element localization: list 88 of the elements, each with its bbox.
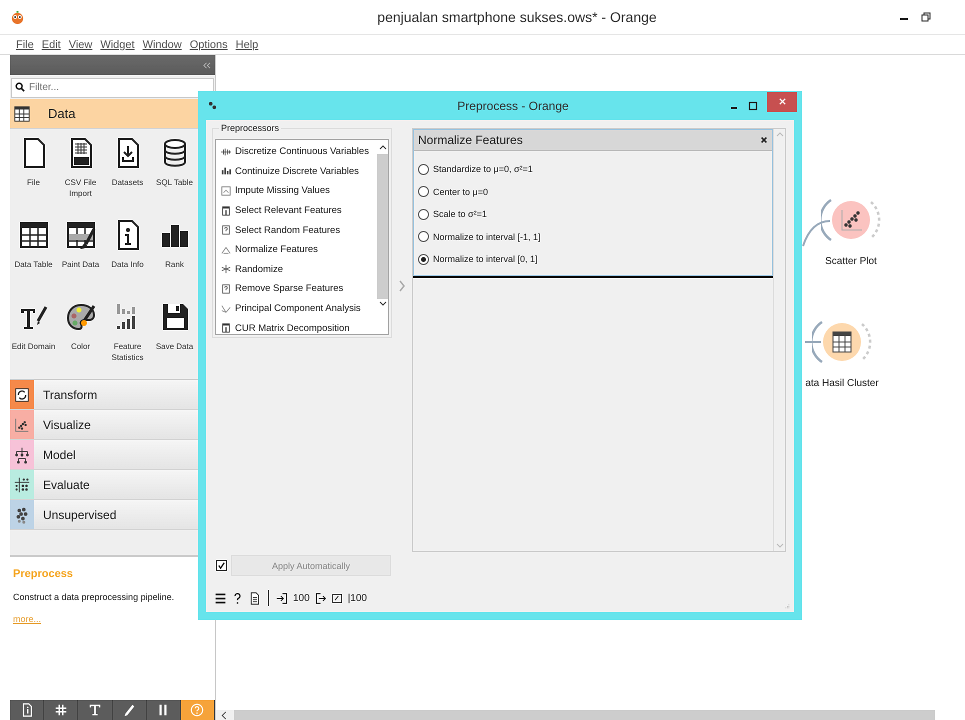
close-icon	[778, 97, 786, 106]
widget-button[interactable]: Color	[57, 297, 104, 379]
close-button[interactable]	[767, 92, 797, 112]
close-icon[interactable]	[760, 136, 768, 144]
grid-square-icon	[221, 186, 231, 196]
preprocessor-item[interactable]: Randomize	[216, 260, 377, 280]
search-icon	[15, 82, 25, 92]
link-line	[805, 341, 821, 343]
widget-button[interactable]: Edit Domain	[10, 297, 57, 379]
diverging-lines-icon	[221, 304, 231, 314]
menu-item[interactable]: View	[68, 38, 92, 50]
toolbar-button[interactable]	[146, 700, 181, 720]
preprocessor-item[interactable]: Discretize Continuous Variables	[216, 142, 377, 162]
collapse-icon[interactable]	[202, 62, 211, 68]
editor-title: Normalize Features	[418, 133, 524, 147]
widget-button[interactable]: Data Info	[104, 215, 151, 297]
preprocessor-item[interactable]: Remove Sparse Features	[216, 279, 377, 299]
toolbar-button[interactable]	[44, 700, 78, 720]
input-icon	[276, 592, 289, 604]
help-icon	[190, 703, 204, 717]
report-icon	[330, 592, 344, 604]
mascot-icon	[10, 10, 25, 24]
preprocessor-item[interactable]: Select Relevant Features	[216, 200, 377, 220]
document-icon[interactable]	[248, 592, 261, 604]
widget-button[interactable]: File	[10, 133, 57, 215]
radio-option[interactable]: Normalize to interval [0, 1]	[418, 248, 772, 270]
asterisk-icon	[221, 264, 231, 274]
widget-button[interactable]: Save Data	[151, 297, 198, 379]
preprocessor-item[interactable]: Continuize Discrete Variables	[216, 162, 377, 182]
widget-button[interactable]: SQL Table	[151, 133, 198, 215]
hash-icon	[54, 703, 68, 717]
preprocessor-item[interactable]: Impute Missing Values	[216, 181, 377, 201]
toolbar-button[interactable]	[78, 700, 113, 720]
widget-button[interactable]: Data Table	[10, 215, 57, 297]
split-bars-icon	[221, 146, 231, 157]
pencil-icon	[122, 703, 136, 717]
table-question-icon	[221, 225, 231, 236]
preprocessor-item[interactable]: Normalize Features	[216, 240, 377, 260]
filter-field[interactable]: Filter...	[11, 78, 214, 98]
radio-option[interactable]: Center to μ=0	[418, 180, 772, 203]
peak-icon	[221, 244, 231, 255]
menu-item[interactable]: Options	[190, 38, 228, 50]
link-line	[802, 220, 830, 246]
toolbar-button[interactable]	[10, 700, 44, 720]
toolbar-button[interactable]	[112, 700, 147, 720]
table-node[interactable]	[812, 318, 872, 366]
preprocessor-item[interactable]: Principal Component Analysis	[216, 298, 377, 318]
description-title: Preprocess	[13, 568, 73, 580]
maximize-icon[interactable]	[748, 100, 758, 110]
text-icon	[88, 703, 102, 717]
toolbar-button[interactable]	[180, 700, 216, 720]
table-question-icon	[221, 284, 231, 294]
description-text: Construct a data preprocessing pipeline.	[13, 592, 174, 602]
grid-dots-icon	[13, 476, 31, 494]
menu-item[interactable]: Edit	[42, 38, 61, 50]
dots-bars-icon	[221, 166, 231, 176]
menu-icon[interactable]	[214, 592, 227, 604]
refresh-icon	[13, 386, 31, 404]
radio-option[interactable]: Normalize to interval [-1, 1]	[418, 226, 772, 248]
preprocessor-item[interactable]: Select Random Features	[216, 220, 377, 240]
menu-item[interactable]: Widget	[100, 38, 135, 50]
widget-button[interactable]: CSV File Import	[57, 133, 104, 215]
widget-button[interactable]: Rank	[151, 215, 198, 297]
widget-button[interactable]: Feature Statistics	[104, 297, 151, 379]
output-count: |100	[348, 592, 367, 604]
scatter-plot-node[interactable]	[821, 196, 881, 244]
input-count: 100	[293, 592, 310, 604]
node-label: ata Hasil Cluster	[805, 378, 879, 389]
widget-button[interactable]: Paint Data	[57, 215, 104, 297]
window-title: penjualan smartphone sukses.ows* - Orange	[376, 9, 658, 25]
radio-option[interactable]: Standardize to μ=0, σ²=1	[418, 158, 772, 180]
group-title: Preprocessors	[219, 123, 282, 133]
dialog-title: Preprocess - Orange	[456, 98, 570, 112]
output-icon	[314, 592, 327, 604]
menu-item[interactable]: Help	[236, 38, 258, 50]
node-label: Scatter Plot	[825, 256, 877, 267]
scatter-icon	[13, 416, 31, 434]
horizontal-scrollbar[interactable]	[216, 710, 935, 720]
restore-icon[interactable]	[921, 12, 931, 22]
widget-button[interactable]: Datasets	[104, 133, 151, 215]
menu-item[interactable]: File	[16, 38, 34, 50]
table-icon	[13, 104, 31, 122]
tree-icon	[13, 446, 31, 464]
preprocessor-item[interactable]: CUR Matrix Decomposition	[216, 318, 377, 338]
gears-icon	[208, 101, 217, 110]
radio-option[interactable]: Scale to σ²=1	[418, 203, 772, 226]
chevron-right-icon	[398, 280, 406, 292]
menu-item[interactable]: Window	[142, 38, 182, 50]
